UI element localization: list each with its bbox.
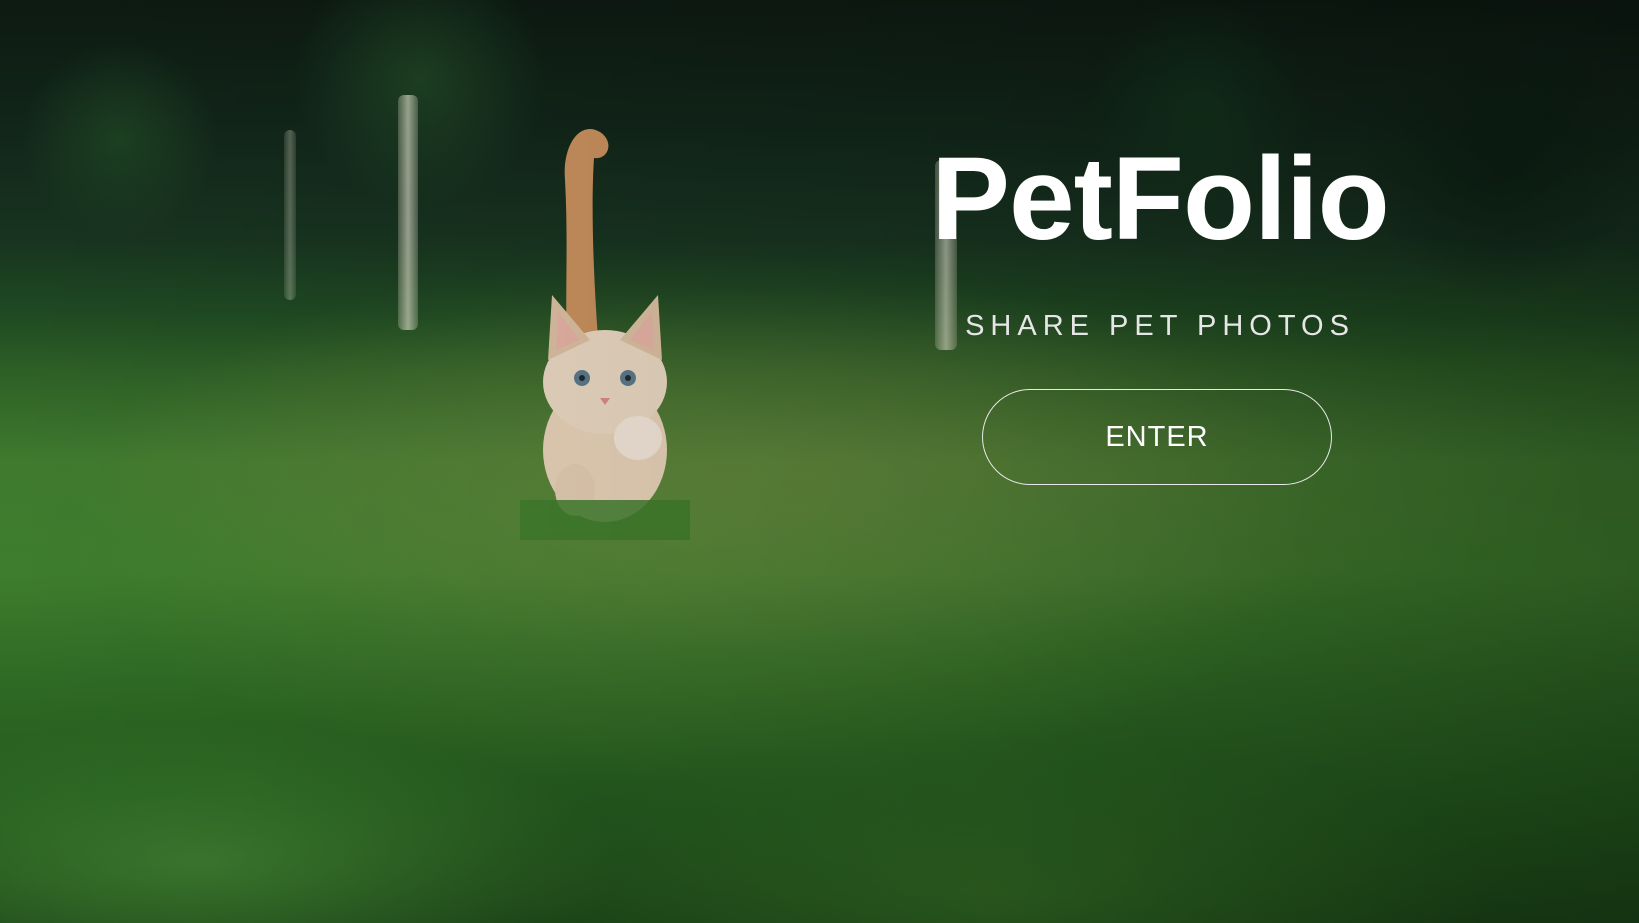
hero-content: PetFolio SHARE PET PHOTOS ENTER	[0, 0, 1639, 923]
enter-button[interactable]: ENTER	[982, 389, 1332, 485]
site-tagline: SHARE PET PHOTOS	[965, 310, 1355, 342]
hero-section: PetFolio SHARE PET PHOTOS ENTER	[0, 0, 1639, 923]
site-title: PetFolio	[931, 133, 1389, 265]
